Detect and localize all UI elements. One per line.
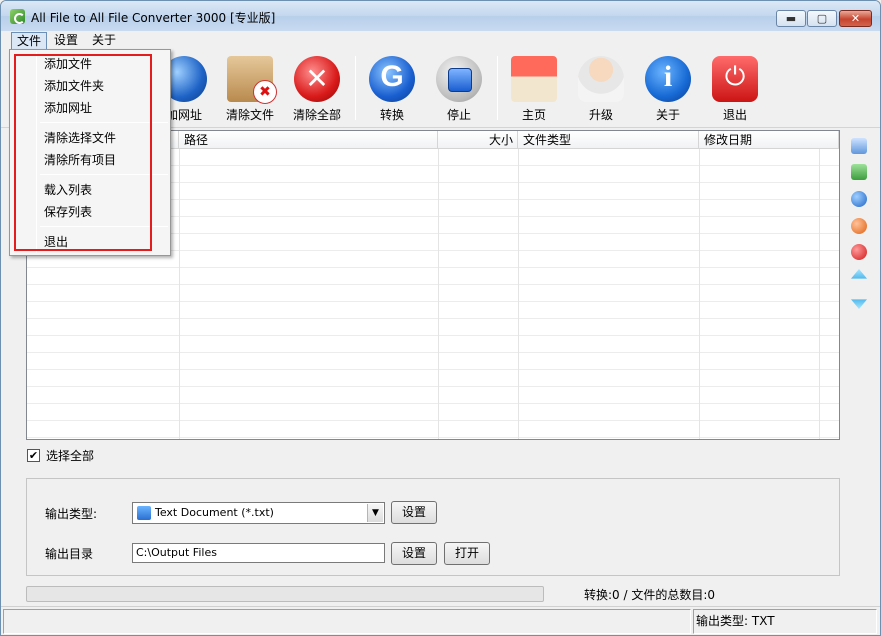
menu-item-add-url[interactable]: 添加网址 bbox=[44, 98, 92, 118]
menu-separator bbox=[40, 174, 168, 175]
output-type-select[interactable]: Text Document (*.txt) ▼ bbox=[132, 502, 385, 524]
output-dir-settings-button[interactable]: 设置 bbox=[391, 542, 437, 565]
progress-bar bbox=[26, 586, 544, 602]
minimize-icon: ▬ bbox=[785, 12, 797, 25]
convert-status: 转换:0 / 文件的总数目:0 bbox=[584, 588, 716, 602]
menu-item-save-list[interactable]: 保存列表 bbox=[44, 202, 92, 222]
upgrade-button[interactable]: 升级 bbox=[570, 54, 632, 124]
output-type-label: 输出类型: bbox=[45, 507, 98, 521]
table-row bbox=[27, 302, 839, 319]
table-row bbox=[27, 319, 839, 336]
menu-bar: 文件 设置 关于 bbox=[1, 31, 880, 50]
menu-about[interactable]: 关于 bbox=[87, 32, 121, 50]
convert-label: 转换 bbox=[379, 108, 404, 122]
close-button[interactable]: ✕ bbox=[839, 10, 872, 27]
column-header-path[interactable]: 路径 bbox=[179, 131, 438, 149]
column-header-type[interactable]: 文件类型 bbox=[518, 131, 699, 149]
add-folder-icon[interactable] bbox=[851, 164, 867, 180]
table-row bbox=[27, 387, 839, 404]
toolbar-separator bbox=[497, 56, 498, 120]
remove-icon[interactable] bbox=[851, 218, 867, 234]
table-row bbox=[27, 421, 839, 438]
menu-item-clear-selected[interactable]: 清除选择文件 bbox=[44, 128, 116, 148]
clear-all-icon bbox=[294, 56, 340, 102]
menu-separator bbox=[40, 122, 168, 123]
table-row bbox=[27, 353, 839, 370]
stop-icon bbox=[436, 56, 482, 102]
table-row bbox=[27, 285, 839, 302]
status-bar: 输出类型: TXT bbox=[1, 606, 880, 635]
minimize-button[interactable]: ▬ bbox=[776, 10, 806, 27]
output-dir-label: 输出目录 bbox=[45, 547, 94, 561]
menu-file[interactable]: 文件 bbox=[11, 32, 48, 50]
chevron-down-icon[interactable]: ▼ bbox=[367, 504, 383, 522]
close-icon: ✕ bbox=[850, 12, 861, 25]
stop-button[interactable]: 停止 bbox=[428, 54, 490, 124]
clear-files-label: 清除文件 bbox=[225, 108, 274, 122]
output-panel: 输出类型: Text Document (*.txt) ▼ 设置 输出目录 C:… bbox=[26, 478, 840, 576]
list-icon[interactable] bbox=[851, 138, 867, 154]
open-dir-button[interactable]: 打开 bbox=[444, 542, 490, 565]
upgrade-label: 升级 bbox=[588, 108, 613, 122]
output-settings-button[interactable]: 设置 bbox=[391, 501, 437, 524]
move-up-icon[interactable] bbox=[851, 269, 867, 279]
convert-button[interactable]: 转换 bbox=[361, 54, 423, 124]
menu-item-clear-all[interactable]: 清除所有项目 bbox=[44, 150, 116, 170]
grid-line bbox=[438, 149, 439, 439]
home-label: 主页 bbox=[521, 108, 546, 122]
table-row bbox=[27, 370, 839, 387]
grid-line bbox=[699, 149, 700, 439]
menu-settings[interactable]: 设置 bbox=[49, 32, 83, 50]
grid-line bbox=[518, 149, 519, 439]
grid-line bbox=[179, 149, 180, 439]
box-remove-icon bbox=[227, 56, 277, 104]
table-row bbox=[27, 268, 839, 285]
menu-gutter bbox=[36, 52, 37, 253]
window-title: All File to All File Converter 3000 [专业版… bbox=[31, 11, 276, 25]
clear-all-button[interactable]: 清除全部 bbox=[286, 54, 348, 124]
clear-icon[interactable] bbox=[851, 244, 867, 260]
toolbar-separator bbox=[355, 56, 356, 120]
clear-all-label: 清除全部 bbox=[292, 108, 341, 122]
maximize-button[interactable]: ▢ bbox=[807, 10, 837, 27]
clear-files-button[interactable]: 清除文件 bbox=[219, 54, 281, 124]
output-dir-input[interactable]: C:\Output Files bbox=[132, 543, 385, 563]
app-window: All File to All File Converter 3000 [专业版… bbox=[0, 0, 881, 636]
app-icon bbox=[10, 9, 25, 24]
power-icon bbox=[712, 56, 758, 102]
stop-label: 停止 bbox=[446, 108, 471, 122]
file-menu-dropdown: 添加文件 添加文件夹 添加网址 清除选择文件 清除所有项目 载入列表 保存列表 … bbox=[9, 49, 171, 256]
home-icon bbox=[511, 56, 557, 102]
menu-item-load-list[interactable]: 载入列表 bbox=[44, 180, 92, 200]
output-type-value: Text Document (*.txt) bbox=[155, 506, 274, 519]
select-all-label: 选择全部 bbox=[46, 449, 95, 463]
home-button[interactable]: 主页 bbox=[503, 54, 565, 124]
table-row bbox=[27, 336, 839, 353]
convert-icon bbox=[369, 56, 415, 102]
status-segment bbox=[3, 609, 691, 634]
column-header-size[interactable]: 大小 bbox=[438, 131, 518, 149]
menu-item-exit[interactable]: 退出 bbox=[44, 232, 68, 252]
exit-label: 退出 bbox=[722, 108, 747, 122]
status-output-type: 输出类型: TXT bbox=[696, 614, 775, 628]
checkbox-box[interactable]: ✔ bbox=[27, 449, 40, 462]
menu-separator bbox=[40, 226, 168, 227]
globe-icon[interactable] bbox=[851, 191, 867, 207]
about-label: 关于 bbox=[655, 108, 680, 122]
grid-line bbox=[819, 149, 820, 439]
maximize-icon: ▢ bbox=[816, 12, 828, 25]
exit-button[interactable]: 退出 bbox=[704, 54, 766, 124]
about-button[interactable]: 关于 bbox=[637, 54, 699, 124]
menu-item-add-file[interactable]: 添加文件 bbox=[44, 54, 92, 74]
menu-item-add-folder[interactable]: 添加文件夹 bbox=[44, 76, 104, 96]
text-document-icon bbox=[137, 506, 151, 520]
title-bar[interactable]: All File to All File Converter 3000 [专业版… bbox=[1, 1, 880, 31]
move-down-icon[interactable] bbox=[851, 299, 867, 309]
info-icon bbox=[645, 56, 691, 102]
upgrade-icon bbox=[578, 56, 624, 102]
column-header-modified[interactable]: 修改日期 bbox=[699, 131, 839, 149]
table-row bbox=[27, 404, 839, 421]
